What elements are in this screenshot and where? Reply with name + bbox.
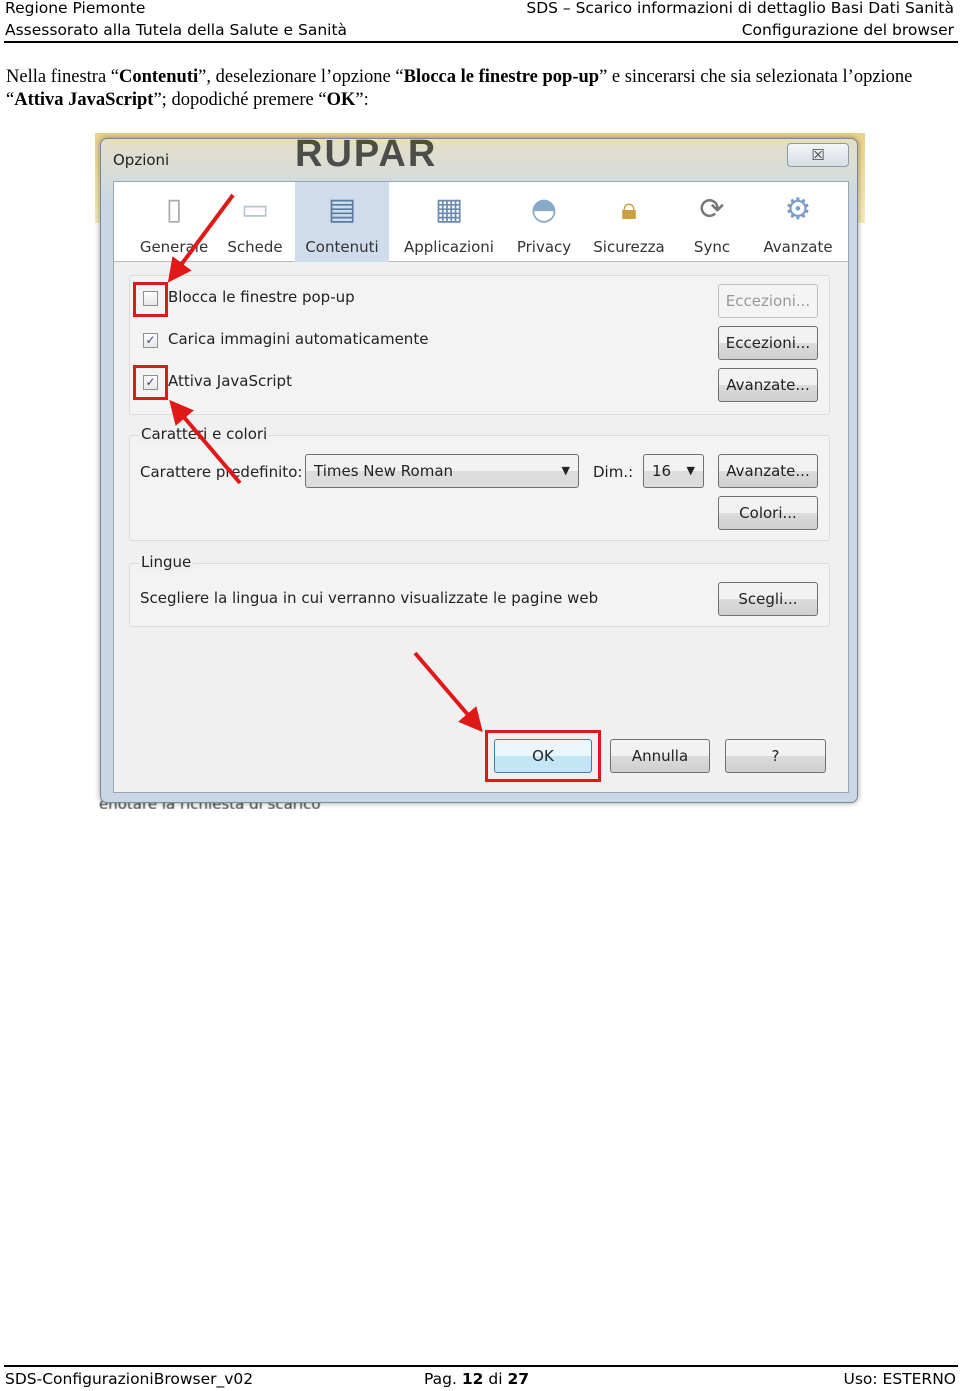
- options-dialog-screenshot: enotare la richiesta di scarico Opzioni …: [95, 133, 865, 809]
- header-doc-title: SDS – Scarico informazioni di dettaglio …: [526, 0, 954, 17]
- background-banner-text: RUPAR: [295, 133, 438, 175]
- footer-usage: Uso: ESTERNO: [843, 1370, 956, 1388]
- footer-page: Pag. 12 di 27: [424, 1370, 530, 1388]
- footer-doc-id: SDS-ConfigurazioniBrowser_v02: [5, 1370, 254, 1388]
- instruction-paragraph: Nella finestra “Contenuti”, deselezionar…: [6, 67, 913, 110]
- header-section: Configurazione del browser: [741, 21, 954, 39]
- footer-rule: [4, 1365, 958, 1367]
- red-arrows: [167, 193, 483, 733]
- arrow-to-ok: [413, 651, 483, 733]
- header-rule: [4, 41, 958, 43]
- header-dept: Assessorato alla Tutela della Salute e S…: [5, 21, 348, 39]
- arrow-to-enable-javascript: [169, 399, 242, 485]
- arrow-to-block-popups: [167, 193, 235, 283]
- header-org: Regione Piemonte: [5, 0, 146, 17]
